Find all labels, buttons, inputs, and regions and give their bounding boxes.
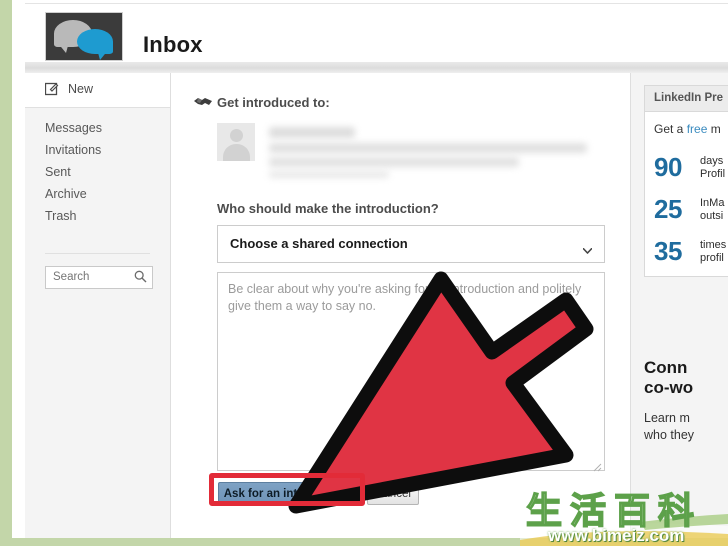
- speech-bubbles-icon: [45, 12, 123, 61]
- sidebar-item-new-label: New: [68, 82, 94, 96]
- right-promo-rail: LinkedIn Pre Get a free m 90 days Profil…: [630, 73, 728, 538]
- sidebar-item-archive[interactable]: Archive: [25, 183, 170, 205]
- sidebar-item-messages[interactable]: Messages: [25, 117, 170, 139]
- screenshot-root: Inbox New Messages Invitations Sent Arch…: [0, 0, 728, 546]
- sidebar-item-sent[interactable]: Sent: [25, 161, 170, 183]
- introduction-question-label: Who should make the introduction?: [217, 201, 439, 216]
- cancel-button[interactable]: Cancel: [367, 482, 419, 505]
- connect-coworkers-promo: Conn co-wo Learn m who they: [644, 358, 728, 444]
- premium-stat-1-line1: days: [700, 155, 724, 167]
- connect-promo-title-line1: Conn: [644, 358, 688, 377]
- premium-stat-2-number: 25: [654, 194, 682, 224]
- app-header: Inbox: [12, 0, 728, 62]
- introduction-message-textarea[interactable]: Be clear about why you're asking for an …: [217, 272, 605, 472]
- avatar-head-shape: [230, 129, 243, 142]
- search-icon[interactable]: [134, 270, 147, 283]
- sidebar-item-invitations[interactable]: Invitations: [25, 139, 170, 161]
- person-avatar-icon: [217, 123, 255, 161]
- introduction-message-placeholder: Be clear about why you're asking for an …: [228, 282, 582, 313]
- avatar-body-shape: [223, 144, 250, 161]
- linkedin-premium-tab-label: LinkedIn Pre: [654, 92, 724, 104]
- page-title: Inbox: [143, 32, 203, 57]
- premium-stat-2-text: InMa outsi: [700, 197, 724, 223]
- recipient-block: [217, 123, 607, 178]
- app-header-inner: Inbox: [25, 3, 728, 62]
- recipient-name-blurred: [269, 127, 355, 138]
- premium-subtitle-link[interactable]: free: [687, 122, 708, 136]
- app-body: New Messages Invitations Sent Archive Tr…: [25, 73, 728, 538]
- premium-stat-2-line1: InMa: [700, 197, 725, 209]
- sidebar-item-trash[interactable]: Trash: [25, 205, 170, 227]
- recipient-detail-blurred-3: [269, 171, 389, 178]
- bubble-blue-shape: [77, 29, 113, 60]
- connect-promo-body-line1: Learn m: [644, 411, 690, 425]
- sidebar-nav-list: Messages Invitations Sent Archive Trash: [25, 117, 170, 227]
- premium-stat-1-text: days Profil: [700, 155, 725, 181]
- resize-grip-icon[interactable]: [593, 459, 602, 472]
- header-divider-band: [25, 62, 728, 73]
- shared-connection-select-value: Choose a shared connection: [230, 236, 408, 251]
- recipient-detail-blurred-1: [269, 143, 587, 153]
- linkedin-premium-card: LinkedIn Pre Get a free m 90 days Profil…: [644, 85, 728, 277]
- handshake-icon: [193, 95, 213, 109]
- connect-promo-title-line2: co-wo: [644, 378, 694, 397]
- premium-stat-1-line2: Profil: [700, 168, 726, 180]
- intro-heading: Get introduced to:: [217, 95, 330, 110]
- search-input[interactable]: [51, 270, 131, 284]
- shared-connection-select[interactable]: Choose a shared connection: [217, 225, 605, 263]
- ask-for-introduction-button[interactable]: Ask for an introduction: [218, 482, 356, 505]
- linkedin-premium-tab: LinkedIn Pre: [645, 86, 728, 112]
- connect-promo-body-line2: who they: [644, 428, 695, 442]
- premium-stat-3-line2: profil: [700, 252, 724, 264]
- inbox-app-window: Inbox New Messages Invitations Sent Arch…: [12, 0, 728, 538]
- premium-subtitle: Get a free m: [654, 122, 721, 136]
- premium-stat-3-line1: times: [700, 239, 727, 251]
- premium-stat-3-text: times profil: [700, 239, 726, 265]
- premium-stat-2-line2: outsi: [700, 210, 724, 222]
- premium-subtitle-pre: Get a: [654, 122, 687, 136]
- bottom-backdrop-strip: [0, 538, 728, 546]
- search-box[interactable]: [45, 266, 153, 289]
- introduction-form: Get introduced to: Who should make the i…: [171, 73, 629, 538]
- compose-icon: [44, 82, 59, 96]
- sidebar-item-new[interactable]: New: [25, 73, 170, 108]
- left-sidebar: New Messages Invitations Sent Archive Tr…: [25, 73, 171, 538]
- chevron-down-icon: [582, 241, 593, 254]
- premium-subtitle-post: m: [707, 122, 721, 136]
- sidebar-divider: [45, 253, 150, 254]
- recipient-detail-blurred-2: [269, 157, 519, 167]
- premium-stat-3-number: 35: [654, 236, 682, 266]
- premium-stat-1-number: 90: [654, 152, 682, 182]
